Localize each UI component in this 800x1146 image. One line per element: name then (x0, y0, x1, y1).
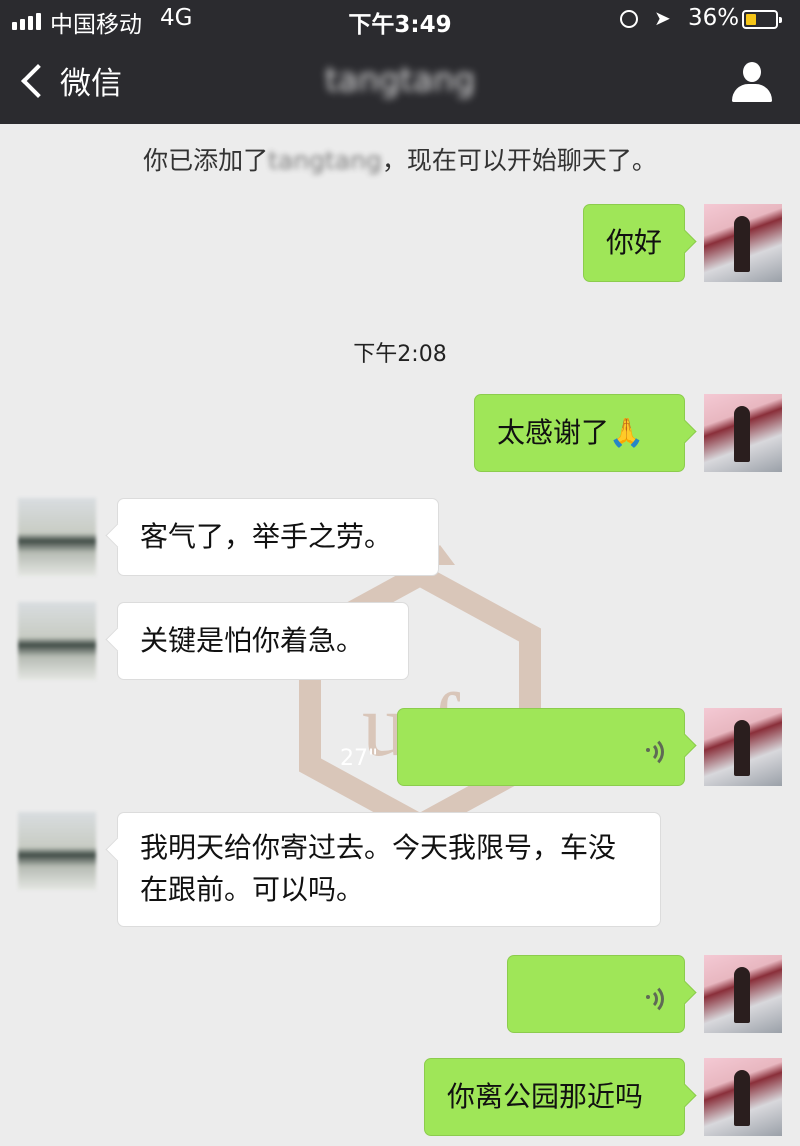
timestamp: 下午2:08 (353, 342, 447, 367)
nav-bar: 微信 tangtang (0, 40, 800, 124)
voice-message-bubble[interactable] (397, 708, 685, 786)
person-icon[interactable] (732, 62, 772, 102)
message-row: 太感谢了🙏 (0, 394, 800, 474)
message-row: 你好 (0, 204, 800, 284)
message-bubble[interactable]: 你好 (583, 204, 685, 282)
system-message-before: 你已添加了 (143, 146, 269, 175)
system-message-name: tangtang (268, 146, 382, 175)
my-avatar[interactable] (704, 204, 782, 282)
message-text: 太感谢了🙏 (497, 416, 644, 449)
message-bubble[interactable]: 关键是怕你着急。 (117, 602, 409, 680)
system-message: 你已添加了tangtang，现在可以开始聊天了。 (0, 141, 800, 177)
message-text: 你好 (606, 226, 663, 259)
message-row: 客气了，举手之劳。 (0, 498, 800, 578)
status-time: 下午3:49 (348, 12, 452, 38)
message-text: 我明天给你寄过去。今天我限号，车没在跟前。可以吗。 (140, 831, 617, 906)
voice-message-bubble[interactable] (507, 955, 685, 1033)
battery-icon (742, 10, 782, 29)
my-avatar[interactable] (704, 1058, 782, 1136)
message-text: 你离公园那近吗 (447, 1080, 644, 1113)
voice-wave-icon (638, 736, 664, 768)
message-bubble[interactable]: 你离公园那近吗 (424, 1058, 685, 1136)
rotation-lock-icon (620, 10, 638, 28)
message-text: 关键是怕你着急。 (140, 624, 365, 657)
message-text: 客气了，举手之劳。 (140, 520, 393, 553)
my-avatar[interactable] (704, 708, 782, 786)
battery-percent: 36% (688, 5, 740, 31)
voice-wave-icon (638, 983, 664, 1015)
message-row: 你离公园那近吗 (0, 1058, 800, 1138)
message-bubble[interactable]: 太感谢了🙏 (474, 394, 685, 472)
contact-avatar[interactable] (18, 498, 96, 576)
top-bar: 中国移动 4G 下午3:49 ➤ 36% 微信 tangtang (0, 0, 800, 124)
status-bar: 中国移动 4G 下午3:49 ➤ 36% (0, 0, 800, 40)
chat-title: tangtang (324, 60, 476, 99)
location-icon: ➤ (654, 6, 671, 30)
my-avatar[interactable] (704, 394, 782, 472)
message-bubble[interactable]: 客气了，举手之劳。 (117, 498, 439, 576)
voice-duration: 27" (340, 746, 379, 771)
system-message-after: ，现在可以开始聊天了。 (381, 146, 657, 175)
contact-avatar[interactable] (18, 602, 96, 680)
message-row: 27" (0, 708, 800, 788)
battery-fill (746, 14, 756, 25)
watermark-logo: u f (299, 545, 541, 838)
message-row: 关键是怕你着急。 (0, 602, 800, 682)
message-bubble[interactable]: 我明天给你寄过去。今天我限号，车没在跟前。可以吗。 (117, 812, 661, 927)
message-row: 我明天给你寄过去。今天我限号，车没在跟前。可以吗。 (0, 812, 800, 930)
message-row (0, 955, 800, 1035)
contact-avatar[interactable] (18, 812, 96, 890)
my-avatar[interactable] (704, 955, 782, 1033)
